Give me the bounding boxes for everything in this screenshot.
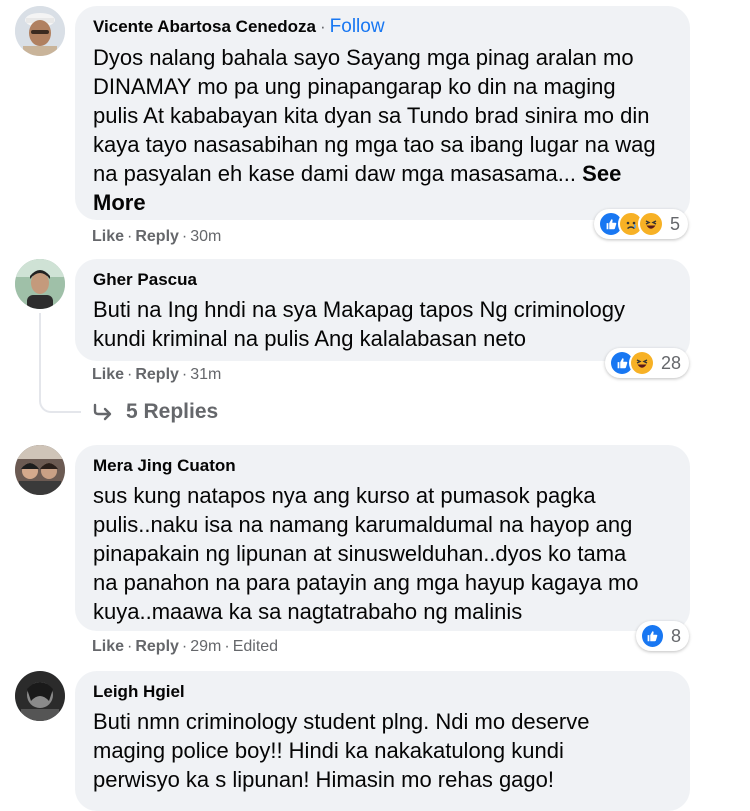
comment-bubble: Gher Pascua Buti na Ing hndi na sya Maka…	[75, 259, 690, 361]
comment-line: kuya..maawa ka sa nagtatrabaho ng malini…	[93, 599, 523, 624]
comment-line: na pasyalan eh kase dami daw mga masasam…	[93, 159, 674, 188]
avatar[interactable]	[15, 6, 65, 56]
comment-author[interactable]: Mera Jing Cuaton	[93, 455, 674, 477]
comment-author[interactable]: Vicente Abartosa Cenedoza · Follow	[93, 16, 674, 38]
reaction-count: 5	[670, 213, 681, 234]
comment-author[interactable]: Gher Pascua	[93, 269, 674, 291]
haha-icon	[638, 211, 664, 237]
separator-dot: ·	[224, 638, 230, 655]
comment-bubble: Vicente Abartosa Cenedoza · Follow Dyos na…	[75, 6, 690, 220]
thread-connector	[39, 313, 81, 413]
comment-text: Buti na Ing hndi na sya Makapag tapos Ng…	[93, 295, 674, 353]
see-more-link-cont[interactable]: More	[93, 188, 674, 217]
comment-line-text: na pasyalan eh kase dami daw mga masasam…	[93, 161, 577, 186]
author-name[interactable]: Vicente Abartosa Cenedoza	[93, 17, 316, 36]
author-name[interactable]: Leigh Hgiel	[93, 682, 185, 701]
comment-line: maging police boy!! Hindi ka nakakatulon…	[93, 738, 564, 763]
comment-line: Buti nmn criminology student plng. Ndi m…	[93, 709, 590, 734]
separator-dot: ·	[319, 17, 326, 36]
comment-timestamp[interactable]: 29m	[190, 638, 221, 655]
separator-dot: ·	[127, 638, 133, 655]
reaction-summary[interactable]: 5	[594, 209, 688, 239]
comment-line: Buti na Ing hndi na sya Makapag tapos Ng…	[93, 297, 625, 322]
like-button[interactable]: Like	[92, 228, 124, 245]
comment-actions: Like · Reply · 30m	[92, 227, 221, 247]
comment-line: Dyos nalang bahala sayo Sayang mga pinag…	[93, 45, 634, 70]
reaction-summary[interactable]: 28	[605, 348, 689, 378]
reaction-count: 8	[670, 625, 681, 646]
separator-dot: ·	[181, 228, 188, 245]
reply-button[interactable]: Reply	[135, 366, 179, 383]
comment-line: kaya tayo nasasabihan ng mga tao sa iban…	[93, 132, 656, 157]
avatar[interactable]	[15, 259, 65, 309]
comment-line: kundi kriminal na pulis Ang kalalabasan …	[93, 326, 526, 351]
comment-text: sus kung natapos nya ang kurso at pumaso…	[93, 481, 674, 626]
comment-text: Buti nmn criminology student plng. Ndi m…	[93, 707, 674, 794]
reply-button[interactable]: Reply	[135, 228, 179, 245]
haha-icon	[628, 350, 655, 376]
comment-author[interactable]: Leigh Hgiel	[93, 681, 674, 703]
separator-dot: ·	[181, 638, 188, 655]
author-name[interactable]: Mera Jing Cuaton	[93, 456, 236, 475]
author-name[interactable]: Gher Pascua	[93, 270, 197, 289]
separator-dot: ·	[181, 366, 188, 383]
profile-photo	[15, 445, 65, 495]
comment-line: sus kung natapos nya ang kurso at pumaso…	[93, 483, 596, 508]
like-button[interactable]: Like	[92, 366, 124, 383]
see-more-link[interactable]: See	[582, 161, 621, 186]
comment-timestamp[interactable]: 31m	[190, 366, 221, 383]
reply-arrow-icon	[93, 403, 112, 421]
comment-actions: Like · Reply · 29m · Edited	[92, 637, 278, 657]
comment-actions: Like · Reply · 31m	[92, 365, 221, 385]
comment-text: Dyos nalang bahala sayo Sayang mga pinag…	[93, 43, 674, 217]
view-replies-link[interactable]: 5 Replies	[92, 400, 218, 424]
comment-line: perwisyo ka s lipunan! Himasin mo rehas …	[93, 767, 555, 792]
comment-line: pulis..naku isa na namang karumaldumal n…	[93, 512, 633, 537]
like-button[interactable]: Like	[92, 638, 124, 655]
reaction-count: 28	[660, 352, 681, 373]
comment-line: DINAMAY mo pa ung pinapangarap ko din na…	[93, 74, 616, 99]
replies-count[interactable]: 5 Replies	[126, 400, 218, 424]
like-icon	[640, 623, 665, 649]
comment-bubble: Mera Jing Cuaton sus kung natapos nya an…	[75, 445, 690, 631]
reaction-summary[interactable]: 8	[636, 621, 689, 651]
profile-photo	[15, 671, 65, 721]
separator-dot: ·	[127, 366, 133, 383]
comment-line: pinapakain ng lipunan at sinuswelduhan..…	[93, 541, 627, 566]
comment-bubble: Leigh Hgiel Buti nmn criminology student…	[75, 671, 690, 811]
comment-line: pulis At kababayan kita dyan sa Tundo br…	[93, 103, 650, 128]
reply-button[interactable]: Reply	[135, 638, 179, 655]
avatar[interactable]	[15, 445, 65, 495]
edited-label[interactable]: Edited	[233, 638, 278, 655]
avatar[interactable]	[15, 671, 65, 721]
profile-photo	[15, 6, 65, 56]
separator-dot: ·	[127, 228, 133, 245]
comment-line: na panahon na para patayin ang mga hayup…	[93, 570, 639, 595]
comment-timestamp[interactable]: 30m	[190, 228, 221, 245]
profile-photo	[15, 259, 65, 309]
follow-button[interactable]: Follow	[330, 16, 385, 37]
